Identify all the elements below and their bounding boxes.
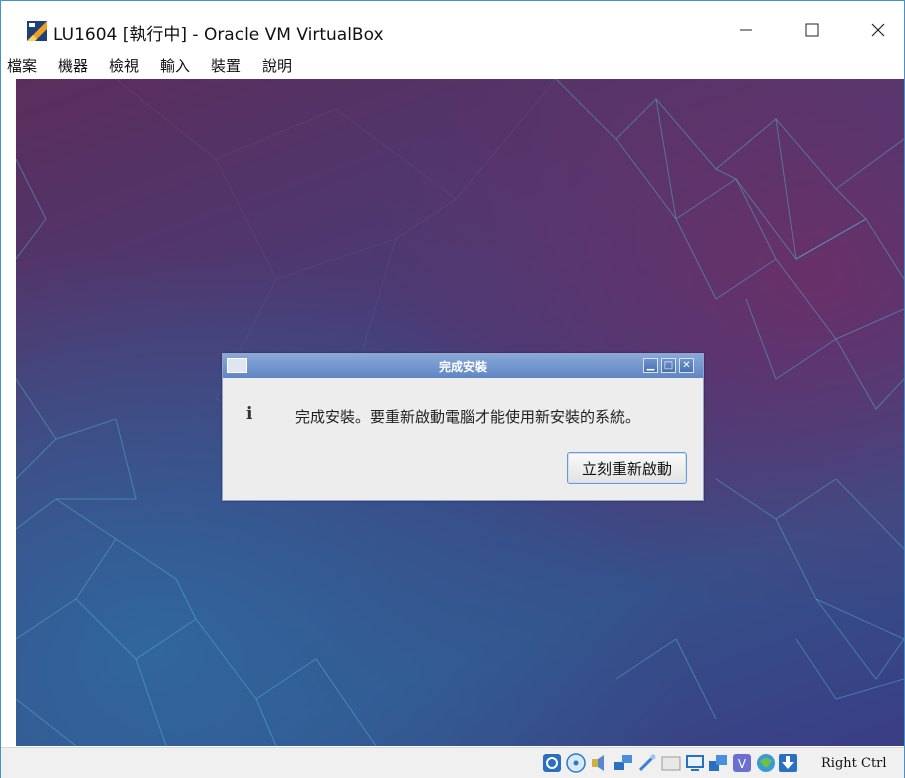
title-bar[interactable]: LU1604 [執行中] - Oracle VM VirtualBox: [1, 1, 904, 49]
display-icon[interactable]: [685, 753, 705, 773]
menu-view[interactable]: 檢視: [109, 55, 139, 76]
optical-disk-icon[interactable]: [566, 753, 586, 773]
status-bar: V Right Ctrl: [1, 747, 904, 778]
hard-disk-icon[interactable]: [542, 753, 562, 773]
dialog-message: 完成安裝。要重新啟動電腦才能使用新安裝的系統。: [295, 408, 641, 426]
maximize-button[interactable]: [789, 13, 835, 47]
window-title: LU1604 [執行中] - Oracle VM VirtualBox: [53, 25, 384, 45]
menu-help[interactable]: 說明: [262, 55, 292, 76]
dialog-minimize-button[interactable]: ▁: [643, 358, 658, 373]
virtualbox-window: LU1604 [執行中] - Oracle VM VirtualBox 檔案 機…: [0, 0, 905, 778]
menu-input[interactable]: 輸入: [160, 55, 190, 76]
maximize-icon: [805, 23, 819, 37]
network-icon[interactable]: [613, 753, 633, 773]
dialog-maximize-button[interactable]: □: [661, 358, 676, 373]
close-icon: [871, 23, 885, 37]
virtualbox-icon: [27, 21, 47, 41]
menu-bar: 檔案 機器 檢視 輸入 裝置 說明: [1, 51, 904, 79]
vm-screen[interactable]: 完成安裝 ▁ □ ✕ i 完成安裝。要重新啟動電腦才能使用新安裝的系統。 立刻重…: [16, 79, 904, 746]
menu-machine[interactable]: 機器: [58, 55, 88, 76]
menu-devices[interactable]: 裝置: [211, 55, 241, 76]
video-capture-icon[interactable]: [708, 753, 728, 773]
close-icon: ✕: [682, 360, 691, 371]
dialog-close-button[interactable]: ✕: [679, 358, 694, 373]
svg-text:V: V: [738, 757, 747, 771]
mouse-integration-icon[interactable]: [756, 753, 776, 773]
audio-icon[interactable]: [590, 753, 610, 773]
host-key-label: Right Ctrl: [821, 756, 887, 771]
minimize-button[interactable]: [723, 13, 769, 47]
close-button[interactable]: [855, 13, 901, 47]
minimize-icon: ▁: [646, 360, 655, 371]
virtualization-icon[interactable]: V: [732, 753, 752, 773]
install-complete-dialog: 完成安裝 ▁ □ ✕ i 完成安裝。要重新啟動電腦才能使用新安裝的系統。 立刻重…: [222, 353, 704, 501]
info-icon: i: [246, 404, 253, 424]
maximize-icon: □: [663, 360, 674, 371]
keyboard-capture-icon[interactable]: [778, 753, 798, 773]
dialog-title: 完成安裝: [438, 360, 487, 374]
shared-folder-icon[interactable]: [661, 753, 681, 773]
usb-icon[interactable]: [637, 753, 657, 773]
menu-file[interactable]: 檔案: [7, 55, 37, 76]
minimize-icon: [740, 29, 752, 31]
restart-now-button[interactable]: 立刻重新啟動: [567, 452, 687, 484]
dialog-title-bar[interactable]: 完成安裝 ▁ □ ✕: [223, 354, 703, 378]
